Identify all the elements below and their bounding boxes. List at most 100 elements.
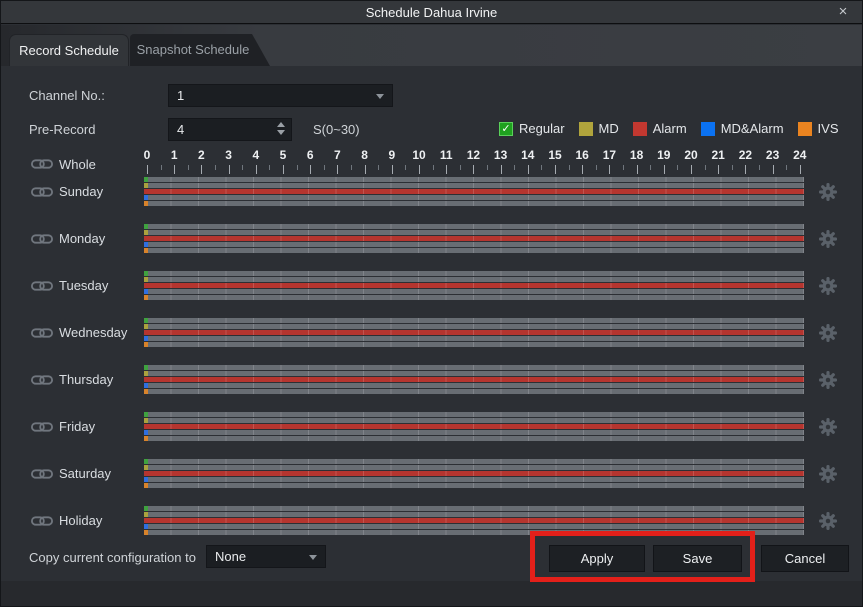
timeline-strip-alarm[interactable]	[144, 377, 804, 382]
schedule-timeline[interactable]	[144, 271, 804, 300]
timeline-strip-regular[interactable]	[144, 224, 804, 229]
apply-button[interactable]: Apply	[549, 545, 645, 572]
timeline-strip-alarm[interactable]	[144, 424, 804, 429]
timeline-strip-regular[interactable]	[144, 271, 804, 276]
timeline-strip-alarm[interactable]	[144, 283, 804, 288]
strip-type-indicator	[144, 189, 148, 194]
timeline-strip-md[interactable]	[144, 183, 804, 188]
prerecord-value: 4	[177, 122, 184, 137]
strip-type-indicator	[144, 383, 148, 388]
dialog-title: Schedule Dahua Irvine	[366, 5, 498, 20]
regular-checkbox[interactable]: ✓	[499, 122, 513, 136]
timeline-strip-mdalarm[interactable]	[144, 242, 804, 247]
strip-type-indicator	[144, 471, 148, 476]
link-icon[interactable]	[31, 467, 53, 481]
tab-record-schedule[interactable]: Record Schedule	[9, 34, 129, 66]
tick-mark	[161, 165, 162, 170]
tick-mark	[365, 165, 366, 174]
schedule-day-row-friday: Friday	[1, 412, 862, 441]
schedule-timeline[interactable]	[144, 506, 804, 535]
chevron-down-icon	[376, 94, 384, 99]
timeline-strip-mdalarm[interactable]	[144, 477, 804, 482]
timeline-strip-regular[interactable]	[144, 459, 804, 464]
schedule-timeline[interactable]	[144, 459, 804, 488]
schedule-timeline[interactable]	[144, 365, 804, 394]
timeline-strip-md[interactable]	[144, 418, 804, 423]
timeline-strip-md[interactable]	[144, 371, 804, 376]
timeline-strip-md[interactable]	[144, 465, 804, 470]
prerecord-input[interactable]: 4	[168, 118, 292, 141]
tab-snapshot-schedule[interactable]: Snapshot Schedule	[130, 34, 270, 66]
channel-select[interactable]: 1	[168, 84, 393, 107]
gear-icon[interactable]	[819, 418, 837, 436]
tick-mark	[433, 165, 434, 170]
gear-icon[interactable]	[819, 183, 837, 201]
link-icon[interactable]	[31, 185, 53, 199]
schedule-timeline[interactable]	[144, 318, 804, 347]
timeline-strip-alarm[interactable]	[144, 236, 804, 241]
strip-type-indicator	[144, 512, 148, 517]
timeline-strip-mdalarm[interactable]	[144, 336, 804, 341]
timeline-strip-ivs[interactable]	[144, 389, 804, 394]
link-icon[interactable]	[31, 326, 53, 340]
link-icon[interactable]	[31, 420, 53, 434]
gear-icon[interactable]	[819, 512, 837, 530]
timeline-strip-alarm[interactable]	[144, 518, 804, 523]
timeline-strip-regular[interactable]	[144, 412, 804, 417]
schedule-timeline[interactable]	[144, 177, 804, 206]
schedule-day-row-monday: Monday	[1, 224, 862, 253]
schedule-timeline[interactable]	[144, 224, 804, 253]
link-icon[interactable]	[31, 157, 53, 171]
gear-icon[interactable]	[819, 324, 837, 342]
timeline-strip-ivs[interactable]	[144, 295, 804, 300]
timeline-strip-ivs[interactable]	[144, 483, 804, 488]
tick-mark	[786, 165, 787, 170]
gear-icon[interactable]	[819, 465, 837, 483]
timeline-strip-regular[interactable]	[144, 318, 804, 323]
timeline-strip-md[interactable]	[144, 277, 804, 282]
timeline-strip-mdalarm[interactable]	[144, 524, 804, 529]
link-icon[interactable]	[31, 514, 53, 528]
timeline-strip-regular[interactable]	[144, 365, 804, 370]
copy-config-select[interactable]: None	[206, 545, 326, 568]
timeline-strip-alarm[interactable]	[144, 471, 804, 476]
timeline-strip-alarm[interactable]	[144, 330, 804, 335]
timeline-strip-mdalarm[interactable]	[144, 383, 804, 388]
timeline-strip-mdalarm[interactable]	[144, 289, 804, 294]
gear-icon[interactable]	[819, 230, 837, 248]
gear-icon[interactable]	[819, 277, 837, 295]
timeline-strip-ivs[interactable]	[144, 248, 804, 253]
link-icon[interactable]	[31, 232, 53, 246]
strip-type-indicator	[144, 289, 148, 294]
timeline-strip-ivs[interactable]	[144, 342, 804, 347]
prerecord-range-label: S(0~30)	[313, 122, 360, 137]
timeline-strip-md[interactable]	[144, 230, 804, 235]
close-icon[interactable]: ×	[834, 3, 852, 21]
whole-label: Whole	[59, 156, 96, 174]
save-button[interactable]: Save	[653, 545, 742, 572]
timeline-strip-md[interactable]	[144, 512, 804, 517]
tick-mark	[691, 165, 692, 174]
gear-icon[interactable]	[819, 371, 837, 389]
hour-label: 17	[603, 148, 616, 162]
cancel-button[interactable]: Cancel	[761, 545, 849, 572]
timeline-strip-ivs[interactable]	[144, 530, 804, 535]
tick-mark	[501, 165, 502, 174]
timeline-strip-ivs[interactable]	[144, 201, 804, 206]
timeline-strip-mdalarm[interactable]	[144, 195, 804, 200]
schedule-timeline[interactable]	[144, 412, 804, 441]
timeline-strip-regular[interactable]	[144, 506, 804, 511]
spin-up-icon[interactable]	[277, 122, 285, 127]
link-icon[interactable]	[31, 279, 53, 293]
timeline-strip-mdalarm[interactable]	[144, 430, 804, 435]
link-icon[interactable]	[31, 373, 53, 387]
schedule-day-row-tuesday: Tuesday	[1, 271, 862, 300]
timeline-strip-ivs[interactable]	[144, 436, 804, 441]
hour-label: 10	[412, 148, 425, 162]
prerecord-stepper[interactable]	[277, 122, 285, 135]
timeline-strip-regular[interactable]	[144, 177, 804, 182]
spin-down-icon[interactable]	[277, 130, 285, 135]
timeline-strip-md[interactable]	[144, 324, 804, 329]
tick-mark	[201, 165, 202, 174]
timeline-strip-alarm[interactable]	[144, 189, 804, 194]
